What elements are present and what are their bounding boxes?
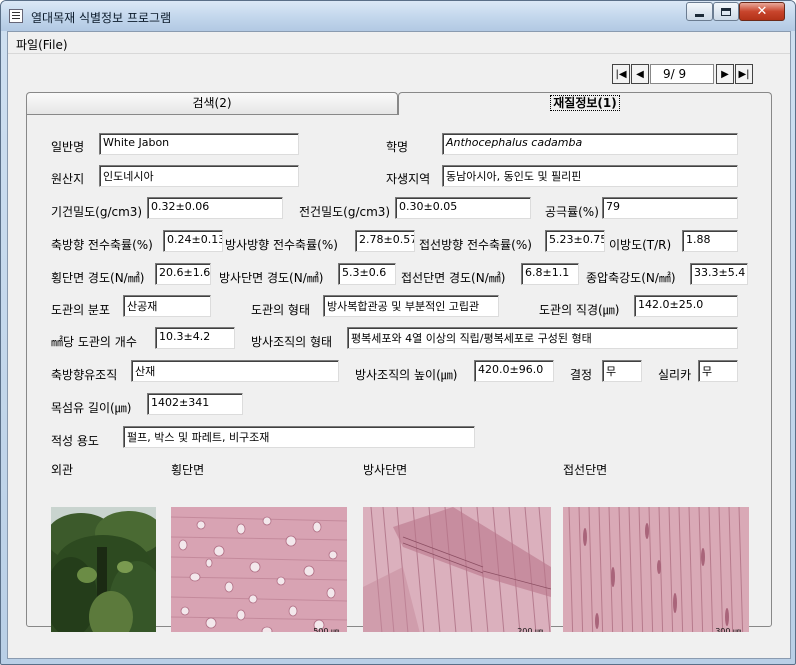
ray-shape-field[interactable]: 평복세포와 4열 이상의 직립/평복세포로 구성된 형태 xyxy=(347,327,738,349)
crystal-field[interactable]: 무 xyxy=(602,360,642,382)
origin-label: 원산지 xyxy=(51,172,85,186)
menu-file[interactable]: 파일(File) xyxy=(16,36,68,53)
habitat-field[interactable]: 동남아시아, 동인도 및 필리핀 xyxy=(442,165,738,187)
scientific-name-label: 학명 xyxy=(386,140,409,154)
silica-field[interactable]: 무 xyxy=(698,360,738,382)
status-area xyxy=(8,632,790,658)
radial-section-label: 방사단면 xyxy=(363,463,408,477)
menu-bar: 파일(File) xyxy=(8,32,790,54)
axial-parenchyma-field[interactable]: 산재 xyxy=(131,360,339,382)
oven-dry-density-field[interactable]: 0.30±0.05 xyxy=(395,197,531,219)
cross-section-micrograph: 500 ㎛ xyxy=(171,507,347,645)
ray-height-label: 방사조직의 높이(㎛) xyxy=(355,368,458,382)
porosity-field[interactable]: 79 xyxy=(602,197,738,219)
record-position[interactable]: 9/ 9 xyxy=(650,64,714,84)
fiber-length-field[interactable]: 1402±341 xyxy=(147,393,243,415)
radial-hardness-label: 방사단면 경도(N/㎟) xyxy=(219,271,324,285)
oven-dry-density-label: 전건밀도(g/cm3) xyxy=(299,205,391,219)
last-record-icon[interactable]: ▶| xyxy=(735,64,753,84)
vessel-distribution-label: 도관의 분포 xyxy=(51,303,111,317)
axial-shrinkage-label: 축방향 전수축률(%) xyxy=(51,238,153,252)
close-icon: ✕ xyxy=(756,4,768,19)
silica-label: 실리카 xyxy=(658,368,692,382)
suitable-use-field[interactable]: 펄프, 박스 및 파레트, 비구조재 xyxy=(123,426,475,448)
radial-hardness-field[interactable]: 5.3±0.6 xyxy=(338,263,396,285)
vessel-diameter-field[interactable]: 142.0±25.0 xyxy=(634,295,738,317)
origin-field[interactable]: 인도네시아 xyxy=(99,165,299,187)
tab-search[interactable]: 검색(2) xyxy=(26,92,398,114)
tangential-hardness-field[interactable]: 6.8±1.1 xyxy=(521,263,579,285)
first-record-icon[interactable]: |◀ xyxy=(612,64,630,84)
tangential-shrinkage-label: 접선방향 전수축률(%) xyxy=(419,238,532,252)
scientific-name-field[interactable]: Anthocephalus cadamba xyxy=(442,133,738,155)
exterior-label: 외관 xyxy=(51,463,74,477)
suitable-use-label: 적성 용도 xyxy=(51,434,99,448)
window-title: 열대목재 식별정보 프로그램 xyxy=(31,11,172,25)
anisotropy-label: 이방도(T/R) xyxy=(609,238,672,252)
tab-material-label: 재질정보(1) xyxy=(550,95,620,111)
radial-shrinkage-label: 방사방향 전수축률(%) xyxy=(225,238,338,252)
tangential-section-micrograph: 300 ㎛ xyxy=(563,507,749,645)
axial-parenchyma-label: 축방향유조직 xyxy=(51,368,118,382)
compressive-strength-label: 종압축강도(N/㎟) xyxy=(586,271,676,285)
common-name-label: 일반명 xyxy=(51,140,85,154)
common-name-field[interactable]: White Jabon xyxy=(99,133,299,155)
minimize-button[interactable] xyxy=(686,2,713,21)
minimize-icon xyxy=(695,13,704,17)
title-bar[interactable]: 열대목재 식별정보 프로그램 ✕ xyxy=(1,1,795,31)
material-info-panel: 일반명 White Jabon 학명 Anthocephalus cadamba… xyxy=(26,114,772,645)
air-dry-density-label: 기건밀도(g/cm3) xyxy=(51,205,143,219)
habitat-label: 자생지역 xyxy=(386,172,431,186)
radial-shrinkage-field[interactable]: 2.78±0.57 xyxy=(355,230,415,252)
tab-search-label: 검색(2) xyxy=(192,96,232,110)
cross-section-label: 횡단면 xyxy=(171,463,205,477)
porosity-label: 공극률(%) xyxy=(545,205,599,219)
close-button[interactable]: ✕ xyxy=(739,2,785,21)
tangential-shrinkage-field[interactable]: 5.23±0.75 xyxy=(545,230,605,252)
crystal-label: 결정 xyxy=(570,368,593,382)
app-icon[interactable] xyxy=(9,9,23,23)
vessel-diameter-label: 도관의 직경(㎛) xyxy=(539,303,620,317)
vessel-shape-label: 도관의 형태 xyxy=(251,303,311,317)
fiber-length-label: 목섬유 길이(㎛) xyxy=(51,401,132,415)
previous-record-icon[interactable]: ◀ xyxy=(631,64,649,84)
axial-shrinkage-field[interactable]: 0.24±0.13 xyxy=(163,230,223,252)
client-area: 파일(File) |◀ ◀ 9/ 9 ▶ ▶| 검색(2) 재질정보(1) 일반… xyxy=(7,31,791,659)
compressive-strength-field[interactable]: 33.3±5.4 xyxy=(690,263,748,285)
app-window: 열대목재 식별정보 프로그램 ✕ 파일(File) |◀ ◀ 9/ 9 ▶ ▶|… xyxy=(0,0,796,665)
maximize-icon xyxy=(721,7,731,16)
cross-hardness-field[interactable]: 20.6±1.6 xyxy=(155,263,211,285)
anisotropy-field[interactable]: 1.88 xyxy=(682,230,738,252)
next-record-icon[interactable]: ▶ xyxy=(716,64,734,84)
vessel-distribution-field[interactable]: 산공재 xyxy=(123,295,211,317)
radial-section-micrograph: 200 ㎛ xyxy=(363,507,551,645)
tangential-section-label: 접선단면 xyxy=(563,463,608,477)
exterior-photo xyxy=(51,507,156,645)
cross-hardness-label: 횡단면 경도(N/㎟) xyxy=(51,271,145,285)
vessel-count-label: ㎟당 도관의 개수 xyxy=(51,335,137,349)
record-navigator: |◀ ◀ 9/ 9 ▶ ▶| xyxy=(612,63,754,85)
tab-strip: 검색(2) 재질정보(1) xyxy=(26,92,772,115)
vessel-shape-field[interactable]: 방사복합관공 및 부분적인 고립관 xyxy=(323,295,499,317)
vessel-count-field[interactable]: 10.3±4.2 xyxy=(155,327,235,349)
maximize-button[interactable] xyxy=(713,2,739,21)
tangential-hardness-label: 접선단면 경도(N/㎟) xyxy=(401,271,506,285)
tab-material-info[interactable]: 재질정보(1) xyxy=(398,92,772,115)
air-dry-density-field[interactable]: 0.32±0.06 xyxy=(147,197,283,219)
ray-height-field[interactable]: 420.0±96.0 xyxy=(474,360,554,382)
ray-shape-label: 방사조직의 형태 xyxy=(251,335,333,349)
